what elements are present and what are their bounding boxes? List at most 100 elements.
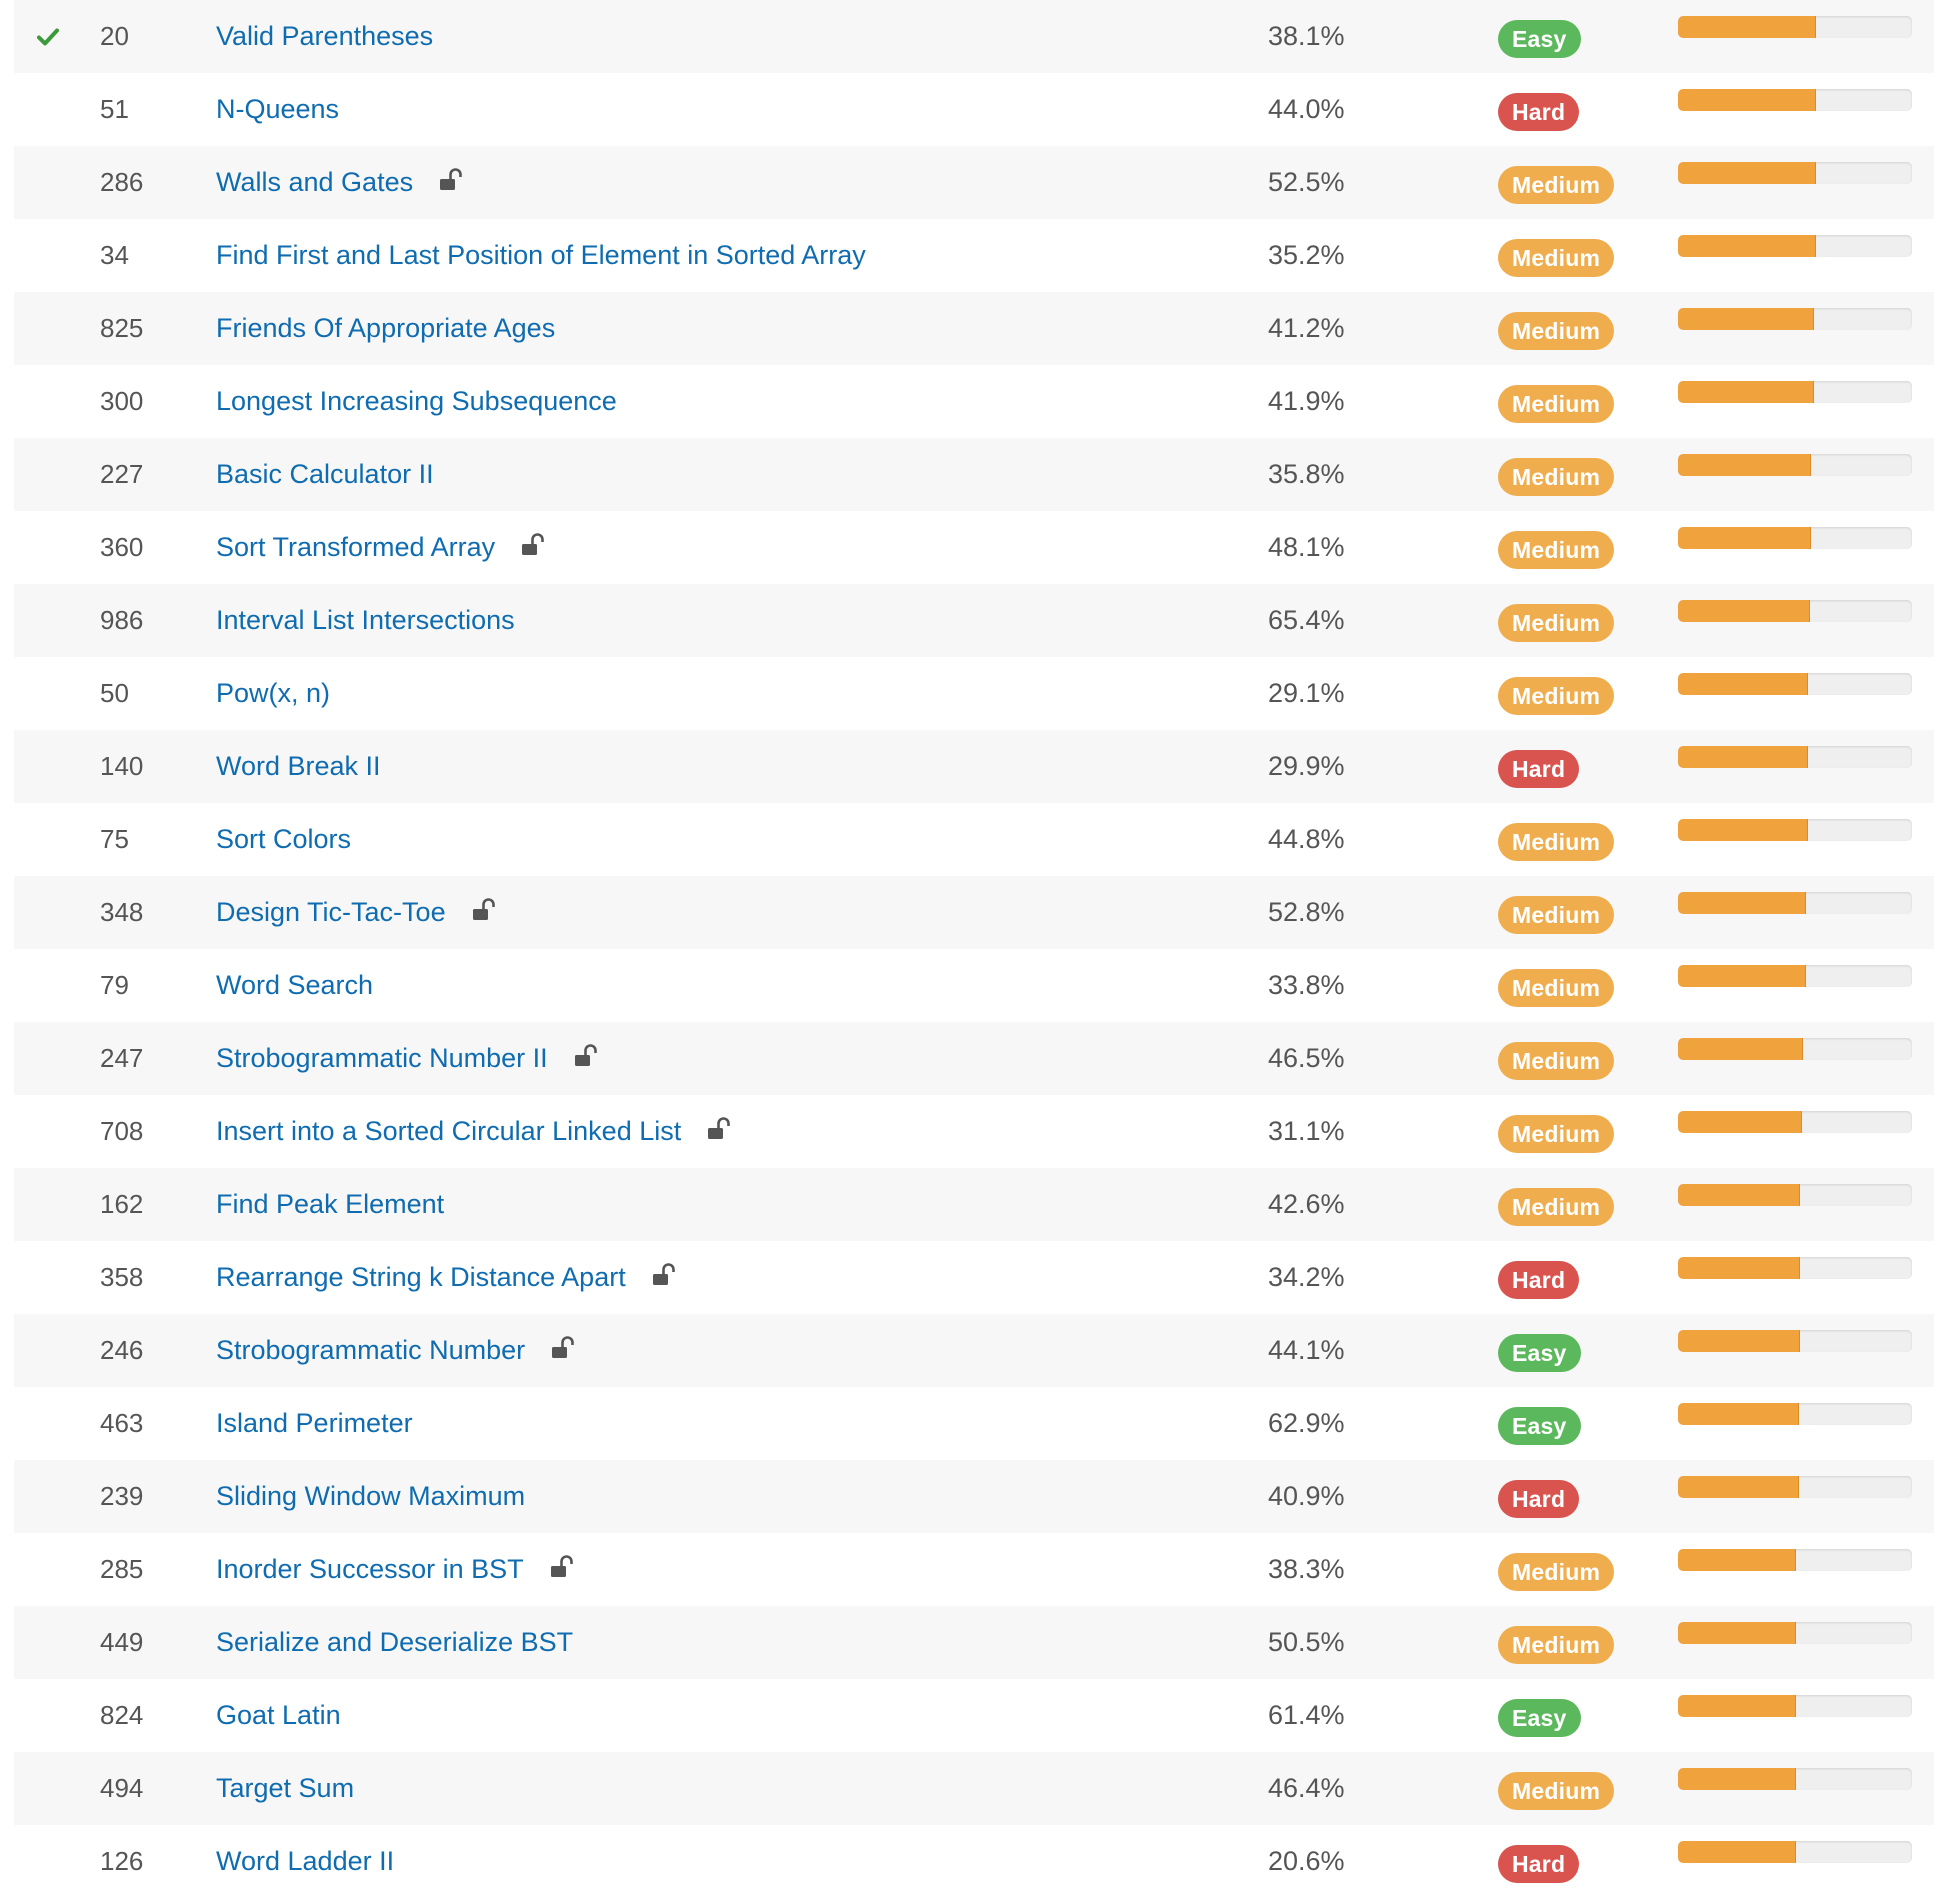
status-cell bbox=[28, 876, 68, 949]
difficulty-cell: Medium bbox=[1498, 219, 1638, 292]
problem-title-link[interactable]: Strobogrammatic Number bbox=[216, 1335, 525, 1366]
acceptance-rate: 38.3% bbox=[1268, 1554, 1345, 1584]
unlock-icon bbox=[522, 532, 544, 555]
frequency-bar-fill bbox=[1678, 1111, 1803, 1133]
problem-title-link[interactable]: N-Queens bbox=[216, 94, 339, 125]
title-cell: Interval List Intersections bbox=[216, 584, 1196, 657]
frequency-cell bbox=[1678, 292, 1914, 365]
acceptance-rate: 31.1% bbox=[1268, 1116, 1345, 1146]
frequency-cell bbox=[1678, 1387, 1914, 1460]
unlock-icon bbox=[472, 897, 495, 920]
acceptance-rate: 33.8% bbox=[1268, 970, 1345, 1000]
difficulty-cell: Medium bbox=[1498, 292, 1638, 365]
status-cell bbox=[28, 511, 68, 584]
problem-id: 79 bbox=[100, 970, 129, 1000]
difficulty-cell: Hard bbox=[1498, 1241, 1638, 1314]
unlock-icon bbox=[440, 167, 462, 190]
title-cell: Walls and Gates bbox=[216, 146, 1196, 219]
problem-title-link[interactable]: Sort Colors bbox=[216, 824, 351, 855]
problem-title-link[interactable]: Interval List Intersections bbox=[216, 605, 515, 636]
difficulty-badge: Hard bbox=[1498, 1844, 1580, 1883]
frequency-cell bbox=[1678, 511, 1914, 584]
problem-title-link[interactable]: Sliding Window Maximum bbox=[216, 1481, 525, 1512]
frequency-cell bbox=[1678, 1679, 1914, 1752]
frequency-bar bbox=[1678, 1111, 1912, 1133]
difficulty-badge: Medium bbox=[1498, 1771, 1615, 1810]
problem-title-link[interactable]: Goat Latin bbox=[216, 1700, 341, 1731]
frequency-bar-fill bbox=[1678, 1622, 1797, 1644]
frequency-cell bbox=[1678, 1606, 1914, 1679]
frequency-bar bbox=[1678, 1330, 1912, 1352]
problem-title-link[interactable]: Basic Calculator II bbox=[216, 459, 434, 490]
frequency-bar-fill bbox=[1678, 819, 1808, 841]
difficulty-badge: Hard bbox=[1498, 749, 1580, 788]
difficulty-cell: Medium bbox=[1498, 803, 1638, 876]
frequency-bar bbox=[1678, 1257, 1912, 1279]
title-cell: Pow(x, n) bbox=[216, 657, 1196, 730]
title-cell: Sliding Window Maximum bbox=[216, 1460, 1196, 1533]
problem-title-link[interactable]: Inorder Successor in BST bbox=[216, 1554, 524, 1585]
problem-title-link[interactable]: Target Sum bbox=[216, 1773, 354, 1804]
problem-title-link[interactable]: Pow(x, n) bbox=[216, 678, 330, 709]
problem-title-link[interactable]: Strobogrammatic Number II bbox=[216, 1043, 548, 1074]
difficulty-cell: Hard bbox=[1498, 730, 1638, 803]
frequency-bar bbox=[1678, 1549, 1912, 1571]
problem-title-link[interactable]: Design Tic-Tac-Toe bbox=[216, 897, 446, 928]
frequency-bar bbox=[1678, 89, 1912, 111]
frequency-cell bbox=[1678, 657, 1914, 730]
title-cell: Rearrange String k Distance Apart bbox=[216, 1241, 1196, 1314]
problem-title-link[interactable]: Walls and Gates bbox=[216, 167, 413, 198]
problem-title-link[interactable]: Friends Of Appropriate Ages bbox=[216, 313, 555, 344]
frequency-bar-fill bbox=[1678, 1476, 1799, 1498]
difficulty-badge: Hard bbox=[1498, 1479, 1580, 1518]
difficulty-cell: Medium bbox=[1498, 438, 1638, 511]
problem-id: 140 bbox=[100, 751, 144, 781]
difficulty-cell: Easy bbox=[1498, 1679, 1638, 1752]
difficulty-badge: Medium bbox=[1498, 822, 1615, 861]
difficulty-badge: Medium bbox=[1498, 1187, 1615, 1226]
problem-title-link[interactable]: Word Break II bbox=[216, 751, 381, 782]
frequency-bar bbox=[1678, 1184, 1912, 1206]
problem-title-link[interactable]: Valid Parentheses bbox=[216, 21, 433, 52]
frequency-cell bbox=[1678, 0, 1914, 73]
table-row-300: 300 Longest Increasing Subsequence 41.9%… bbox=[14, 365, 1934, 438]
table-row-285: 285 Inorder Successor in BST 38.3% Mediu… bbox=[14, 1533, 1934, 1606]
difficulty-badge: Medium bbox=[1498, 311, 1615, 350]
difficulty-badge: Easy bbox=[1498, 19, 1581, 58]
problem-title-link[interactable]: Insert into a Sorted Circular Linked Lis… bbox=[216, 1116, 681, 1147]
status-cell bbox=[28, 1606, 68, 1679]
difficulty-cell: Medium bbox=[1498, 949, 1638, 1022]
problem-title-link[interactable]: Island Perimeter bbox=[216, 1408, 413, 1439]
difficulty-cell: Medium bbox=[1498, 1533, 1638, 1606]
acceptance-rate: 29.1% bbox=[1268, 678, 1345, 708]
status-cell bbox=[28, 1533, 68, 1606]
table-row-449: 449 Serialize and Deserialize BST 50.5% … bbox=[14, 1606, 1934, 1679]
problem-title-link[interactable]: Sort Transformed Array bbox=[216, 532, 495, 563]
problem-title-link[interactable]: Rearrange String k Distance Apart bbox=[216, 1262, 626, 1293]
acceptance-rate: 38.1% bbox=[1268, 21, 1345, 51]
problem-title-link[interactable]: Longest Increasing Subsequence bbox=[216, 386, 617, 417]
check-icon bbox=[37, 28, 59, 45]
acceptance-rate: 42.6% bbox=[1268, 1189, 1345, 1219]
difficulty-badge: Easy bbox=[1498, 1406, 1581, 1445]
acceptance-rate: 34.2% bbox=[1268, 1262, 1345, 1292]
problem-title-link[interactable]: Find First and Last Position of Element … bbox=[216, 240, 866, 271]
difficulty-badge: Easy bbox=[1498, 1698, 1581, 1737]
title-cell: Target Sum bbox=[216, 1752, 1196, 1825]
acceptance-rate: 65.4% bbox=[1268, 605, 1345, 635]
problem-title-link[interactable]: Serialize and Deserialize BST bbox=[216, 1627, 573, 1658]
unlock-icon bbox=[708, 1116, 731, 1139]
status-cell bbox=[28, 1168, 68, 1241]
problem-title-link[interactable]: Word Search bbox=[216, 970, 373, 1001]
frequency-bar-fill bbox=[1678, 746, 1808, 768]
title-cell: Word Break II bbox=[216, 730, 1196, 803]
title-cell: Valid Parentheses bbox=[216, 0, 1196, 73]
table-row-824: 824 Goat Latin 61.4% Easy bbox=[14, 1679, 1934, 1752]
frequency-bar-fill bbox=[1678, 1257, 1800, 1279]
acceptance-rate: 35.8% bbox=[1268, 459, 1345, 489]
status-cell bbox=[28, 1314, 68, 1387]
frequency-bar bbox=[1678, 454, 1912, 476]
problem-title-link[interactable]: Find Peak Element bbox=[216, 1189, 444, 1220]
problem-id: 246 bbox=[100, 1335, 144, 1365]
frequency-bar bbox=[1678, 1476, 1912, 1498]
